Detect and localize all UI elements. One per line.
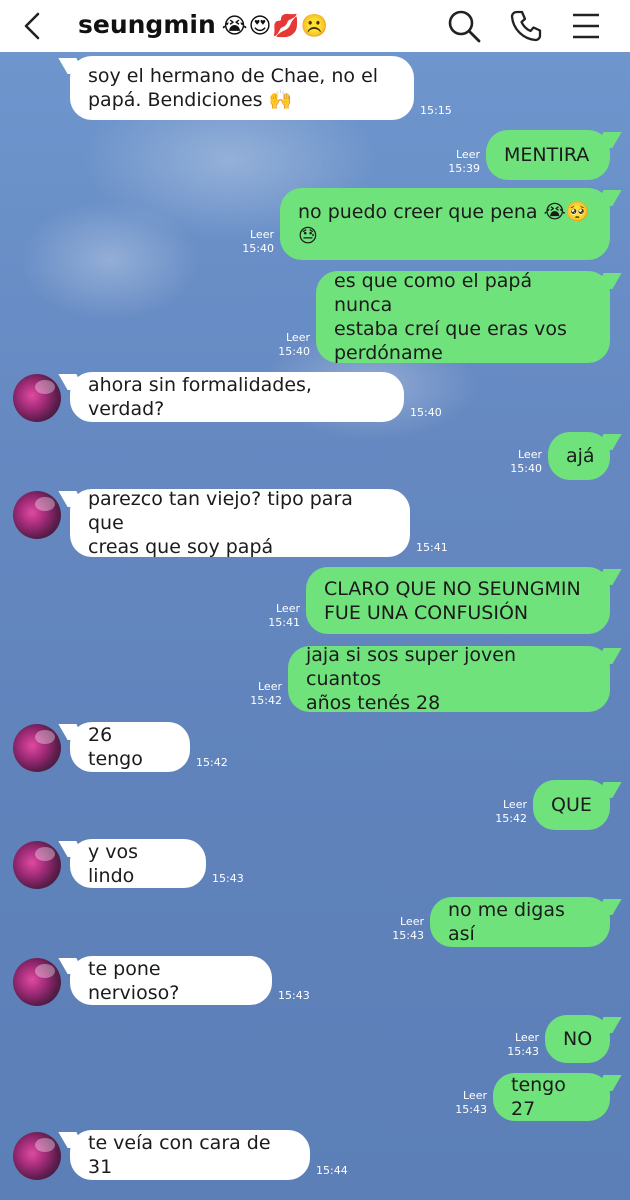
chevron-left-icon — [24, 12, 40, 40]
message-meta: 15:43 — [212, 872, 244, 886]
contact-avatar[interactable] — [13, 841, 61, 889]
back-button[interactable] — [14, 10, 50, 42]
message-text: no me digas así — [448, 899, 565, 945]
message-meta: Leer 15:40 — [278, 331, 310, 359]
read-receipt: Leer — [463, 1089, 487, 1102]
menu-button[interactable] — [568, 8, 604, 44]
contact-emojis: 😭😍💋☹️ — [221, 14, 330, 39]
message-text: MENTIRA — [504, 144, 590, 166]
read-receipt: Leer — [400, 915, 424, 928]
message-timestamp: 15:40 — [410, 406, 442, 419]
contact-avatar[interactable] — [13, 1132, 61, 1180]
read-receipt: Leer — [503, 798, 527, 811]
message-timestamp: 15:40 — [278, 345, 310, 358]
message-timestamp: 15:42 — [495, 812, 527, 825]
message-timestamp: 15:41 — [268, 616, 300, 629]
message-meta: Leer 15:43 — [392, 915, 424, 943]
search-button[interactable] — [446, 8, 482, 44]
message-meta: 15:44 — [316, 1164, 348, 1178]
outgoing-message[interactable]: ajá — [548, 432, 610, 480]
call-button[interactable] — [508, 8, 544, 44]
message-text: NO — [563, 1028, 593, 1050]
message-text: es que como el papá nunca estaba creí qu… — [334, 270, 567, 364]
contact-name: seungmin — [78, 10, 216, 39]
message-text: te pone nervioso? — [88, 957, 180, 1004]
chat-header: seungmin 😭😍💋☹️ — [0, 0, 630, 52]
outgoing-message[interactable]: QUE — [533, 780, 610, 830]
search-icon — [448, 10, 481, 43]
message-text: ahora sin formalidades, verdad? — [88, 374, 312, 420]
message-meta: Leer 15:40 — [242, 228, 274, 256]
read-receipt: Leer — [456, 148, 480, 161]
outgoing-message[interactable]: no puedo creer que pena 😭🥺 😓 — [280, 188, 610, 260]
message-timestamp: 15:15 — [420, 104, 452, 117]
message-text: soy el hermano de Chae, no el papá. Bend… — [88, 65, 379, 111]
message-meta: Leer 15:42 — [250, 680, 282, 708]
contact-avatar[interactable] — [13, 958, 61, 1006]
message-text: QUE — [551, 794, 592, 816]
message-timestamp: 15:42 — [250, 694, 282, 707]
message-timestamp: 15:40 — [242, 242, 274, 255]
message-meta: 15:15 — [420, 104, 452, 118]
message-text: ajá — [566, 445, 595, 467]
incoming-message[interactable]: soy el hermano de Chae, no el papá. Bend… — [70, 56, 414, 120]
message-timestamp: 15:43 — [212, 872, 244, 885]
incoming-message[interactable]: y vos lindo — [70, 839, 206, 888]
outgoing-message[interactable]: CLARO QUE NO SEUNGMIN FUE UNA CONFUSIÓN — [306, 567, 610, 634]
message-meta: Leer 15:43 — [507, 1031, 539, 1059]
message-timestamp: 15:43 — [455, 1103, 487, 1116]
incoming-message[interactable]: te pone nervioso? — [70, 956, 272, 1005]
message-meta: Leer 15:42 — [495, 798, 527, 826]
read-receipt: Leer — [276, 602, 300, 615]
message-text: jaja si sos super joven cuantos años ten… — [306, 644, 516, 714]
message-meta: 15:43 — [278, 989, 310, 1003]
outgoing-message[interactable]: NO — [545, 1015, 610, 1063]
message-text: tengo 27 — [511, 1074, 566, 1120]
message-timestamp: 15:39 — [448, 162, 480, 175]
incoming-message[interactable]: ahora sin formalidades, verdad? — [70, 372, 404, 422]
message-timestamp: 15:44 — [316, 1164, 348, 1177]
message-meta: Leer 15:43 — [455, 1089, 487, 1117]
contact-avatar[interactable] — [13, 724, 61, 772]
read-receipt: Leer — [250, 228, 274, 241]
contact-avatar[interactable] — [13, 374, 61, 422]
outgoing-message[interactable]: es que como el papá nunca estaba creí qu… — [316, 270, 610, 364]
message-timestamp: 15:43 — [392, 929, 424, 942]
message-text: no puedo creer que pena 😭🥺 😓 — [298, 201, 590, 247]
incoming-message[interactable]: te veía con cara de 31 — [70, 1130, 310, 1180]
message-text: parezco tan viejo? tipo para que creas q… — [88, 488, 353, 558]
chat-title[interactable]: seungmin 😭😍💋☹️ — [78, 9, 329, 43]
message-text: CLARO QUE NO SEUNGMIN FUE UNA CONFUSIÓN — [324, 577, 581, 624]
message-timestamp: 15:43 — [507, 1045, 539, 1058]
read-receipt: Leer — [258, 680, 282, 693]
message-timestamp: 15:40 — [510, 462, 542, 475]
phone-icon — [510, 10, 542, 42]
outgoing-message[interactable]: no me digas así — [430, 897, 610, 947]
contact-avatar[interactable] — [13, 491, 61, 539]
message-meta: Leer 15:41 — [268, 602, 300, 630]
message-meta: 15:42 — [196, 756, 228, 770]
message-meta: 15:41 — [416, 541, 448, 555]
message-text: 26 tengo — [88, 724, 143, 770]
message-timestamp: 15:41 — [416, 541, 448, 554]
read-receipt: Leer — [518, 448, 542, 461]
outgoing-message[interactable]: MENTIRA — [486, 130, 610, 180]
message-meta: Leer 15:40 — [510, 448, 542, 476]
read-receipt: Leer — [286, 331, 310, 344]
read-receipt: Leer — [515, 1031, 539, 1044]
message-meta: 15:40 — [410, 406, 442, 420]
outgoing-message[interactable]: tengo 27 — [493, 1073, 610, 1121]
incoming-message[interactable]: 26 tengo — [70, 722, 190, 772]
background-cloud — [20, 200, 200, 320]
message-text: te veía con cara de 31 — [88, 1132, 271, 1178]
incoming-message[interactable]: parezco tan viejo? tipo para que creas q… — [70, 488, 410, 558]
message-timestamp: 15:42 — [196, 756, 228, 769]
message-text: y vos lindo — [88, 840, 139, 887]
outgoing-message[interactable]: jaja si sos super joven cuantos años ten… — [288, 644, 610, 714]
message-meta: Leer 15:39 — [448, 148, 480, 176]
hamburger-menu-icon — [573, 13, 599, 39]
message-timestamp: 15:43 — [278, 989, 310, 1002]
